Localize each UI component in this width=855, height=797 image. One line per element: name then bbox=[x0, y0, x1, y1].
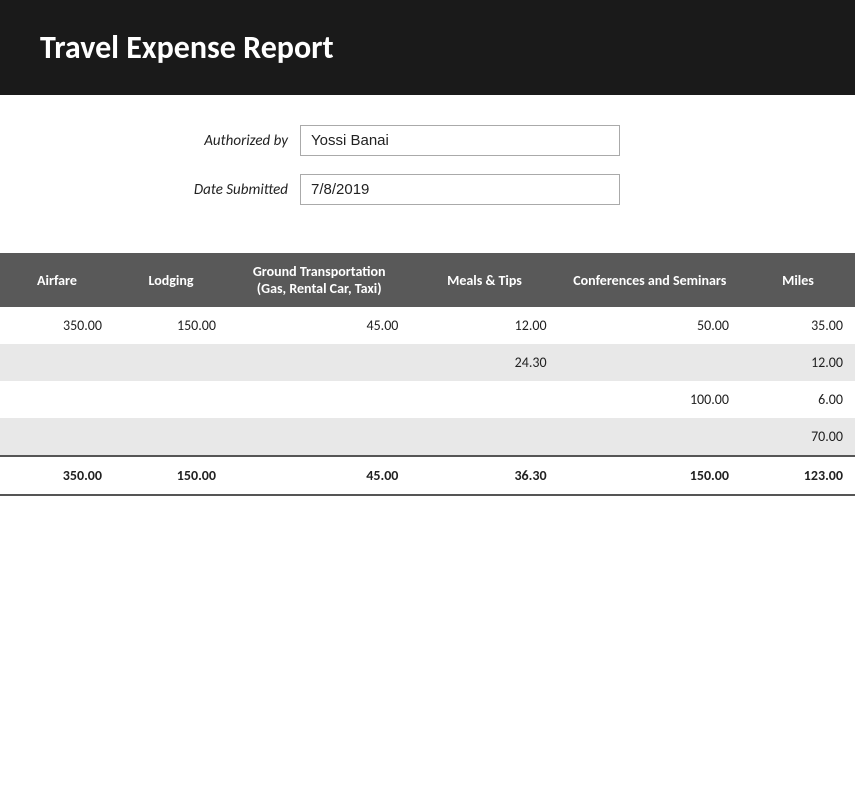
cell-ground bbox=[228, 381, 410, 418]
total-miles: 123.00 bbox=[741, 456, 855, 495]
header-bar: Travel Expense Report bbox=[0, 0, 855, 95]
cell-lodging: 150.00 bbox=[114, 307, 228, 344]
date-input[interactable] bbox=[300, 174, 620, 205]
table-header-row: Airfare Lodging Ground Transportation(Ga… bbox=[0, 253, 855, 307]
total-meals: 36.30 bbox=[410, 456, 558, 495]
cell-lodging bbox=[114, 418, 228, 456]
col-header-airfare: Airfare bbox=[0, 253, 114, 307]
totals-row: 350.00150.0045.0036.30150.00123.00 bbox=[0, 456, 855, 495]
cell-miles: 35.00 bbox=[741, 307, 855, 344]
authorized-row: Authorized by bbox=[40, 125, 815, 156]
page-title: Travel Expense Report bbox=[40, 28, 334, 67]
cell-lodging bbox=[114, 344, 228, 381]
table-section: Airfare Lodging Ground Transportation(Ga… bbox=[0, 243, 855, 496]
total-airfare: 350.00 bbox=[0, 456, 114, 495]
authorized-input[interactable] bbox=[300, 125, 620, 156]
cell-miles: 70.00 bbox=[741, 418, 855, 456]
cell-conferences: 100.00 bbox=[559, 381, 741, 418]
cell-ground bbox=[228, 418, 410, 456]
col-header-miles: Miles bbox=[741, 253, 855, 307]
col-header-conferences: Conferences and Seminars bbox=[559, 253, 741, 307]
cell-conferences bbox=[559, 418, 741, 456]
col-header-ground: Ground Transportation(Gas, Rental Car, T… bbox=[228, 253, 410, 307]
table-row: 100.006.00 bbox=[0, 381, 855, 418]
form-section: Authorized by Date Submitted bbox=[0, 95, 855, 243]
cell-ground bbox=[228, 344, 410, 381]
col-header-lodging: Lodging bbox=[114, 253, 228, 307]
date-row: Date Submitted bbox=[40, 174, 815, 205]
total-lodging: 150.00 bbox=[114, 456, 228, 495]
cell-airfare bbox=[0, 344, 114, 381]
cell-meals bbox=[410, 381, 558, 418]
cell-conferences: 50.00 bbox=[559, 307, 741, 344]
table-row: 350.00150.0045.0012.0050.0035.00 bbox=[0, 307, 855, 344]
cell-airfare bbox=[0, 381, 114, 418]
cell-conferences bbox=[559, 344, 741, 381]
total-ground: 45.00 bbox=[228, 456, 410, 495]
cell-airfare: 350.00 bbox=[0, 307, 114, 344]
cell-miles: 6.00 bbox=[741, 381, 855, 418]
cell-meals: 24.30 bbox=[410, 344, 558, 381]
expense-table: Airfare Lodging Ground Transportation(Ga… bbox=[0, 253, 855, 496]
cell-airfare bbox=[0, 418, 114, 456]
cell-lodging bbox=[114, 381, 228, 418]
col-header-meals: Meals & Tips bbox=[410, 253, 558, 307]
table-row: 24.30 12.00 bbox=[0, 344, 855, 381]
total-conferences: 150.00 bbox=[559, 456, 741, 495]
cell-ground: 45.00 bbox=[228, 307, 410, 344]
table-row: 70.00 bbox=[0, 418, 855, 456]
cell-meals bbox=[410, 418, 558, 456]
date-label: Date Submitted bbox=[40, 181, 300, 199]
authorized-label: Authorized by bbox=[40, 132, 300, 150]
cell-meals: 12.00 bbox=[410, 307, 558, 344]
cell-miles: 12.00 bbox=[741, 344, 855, 381]
